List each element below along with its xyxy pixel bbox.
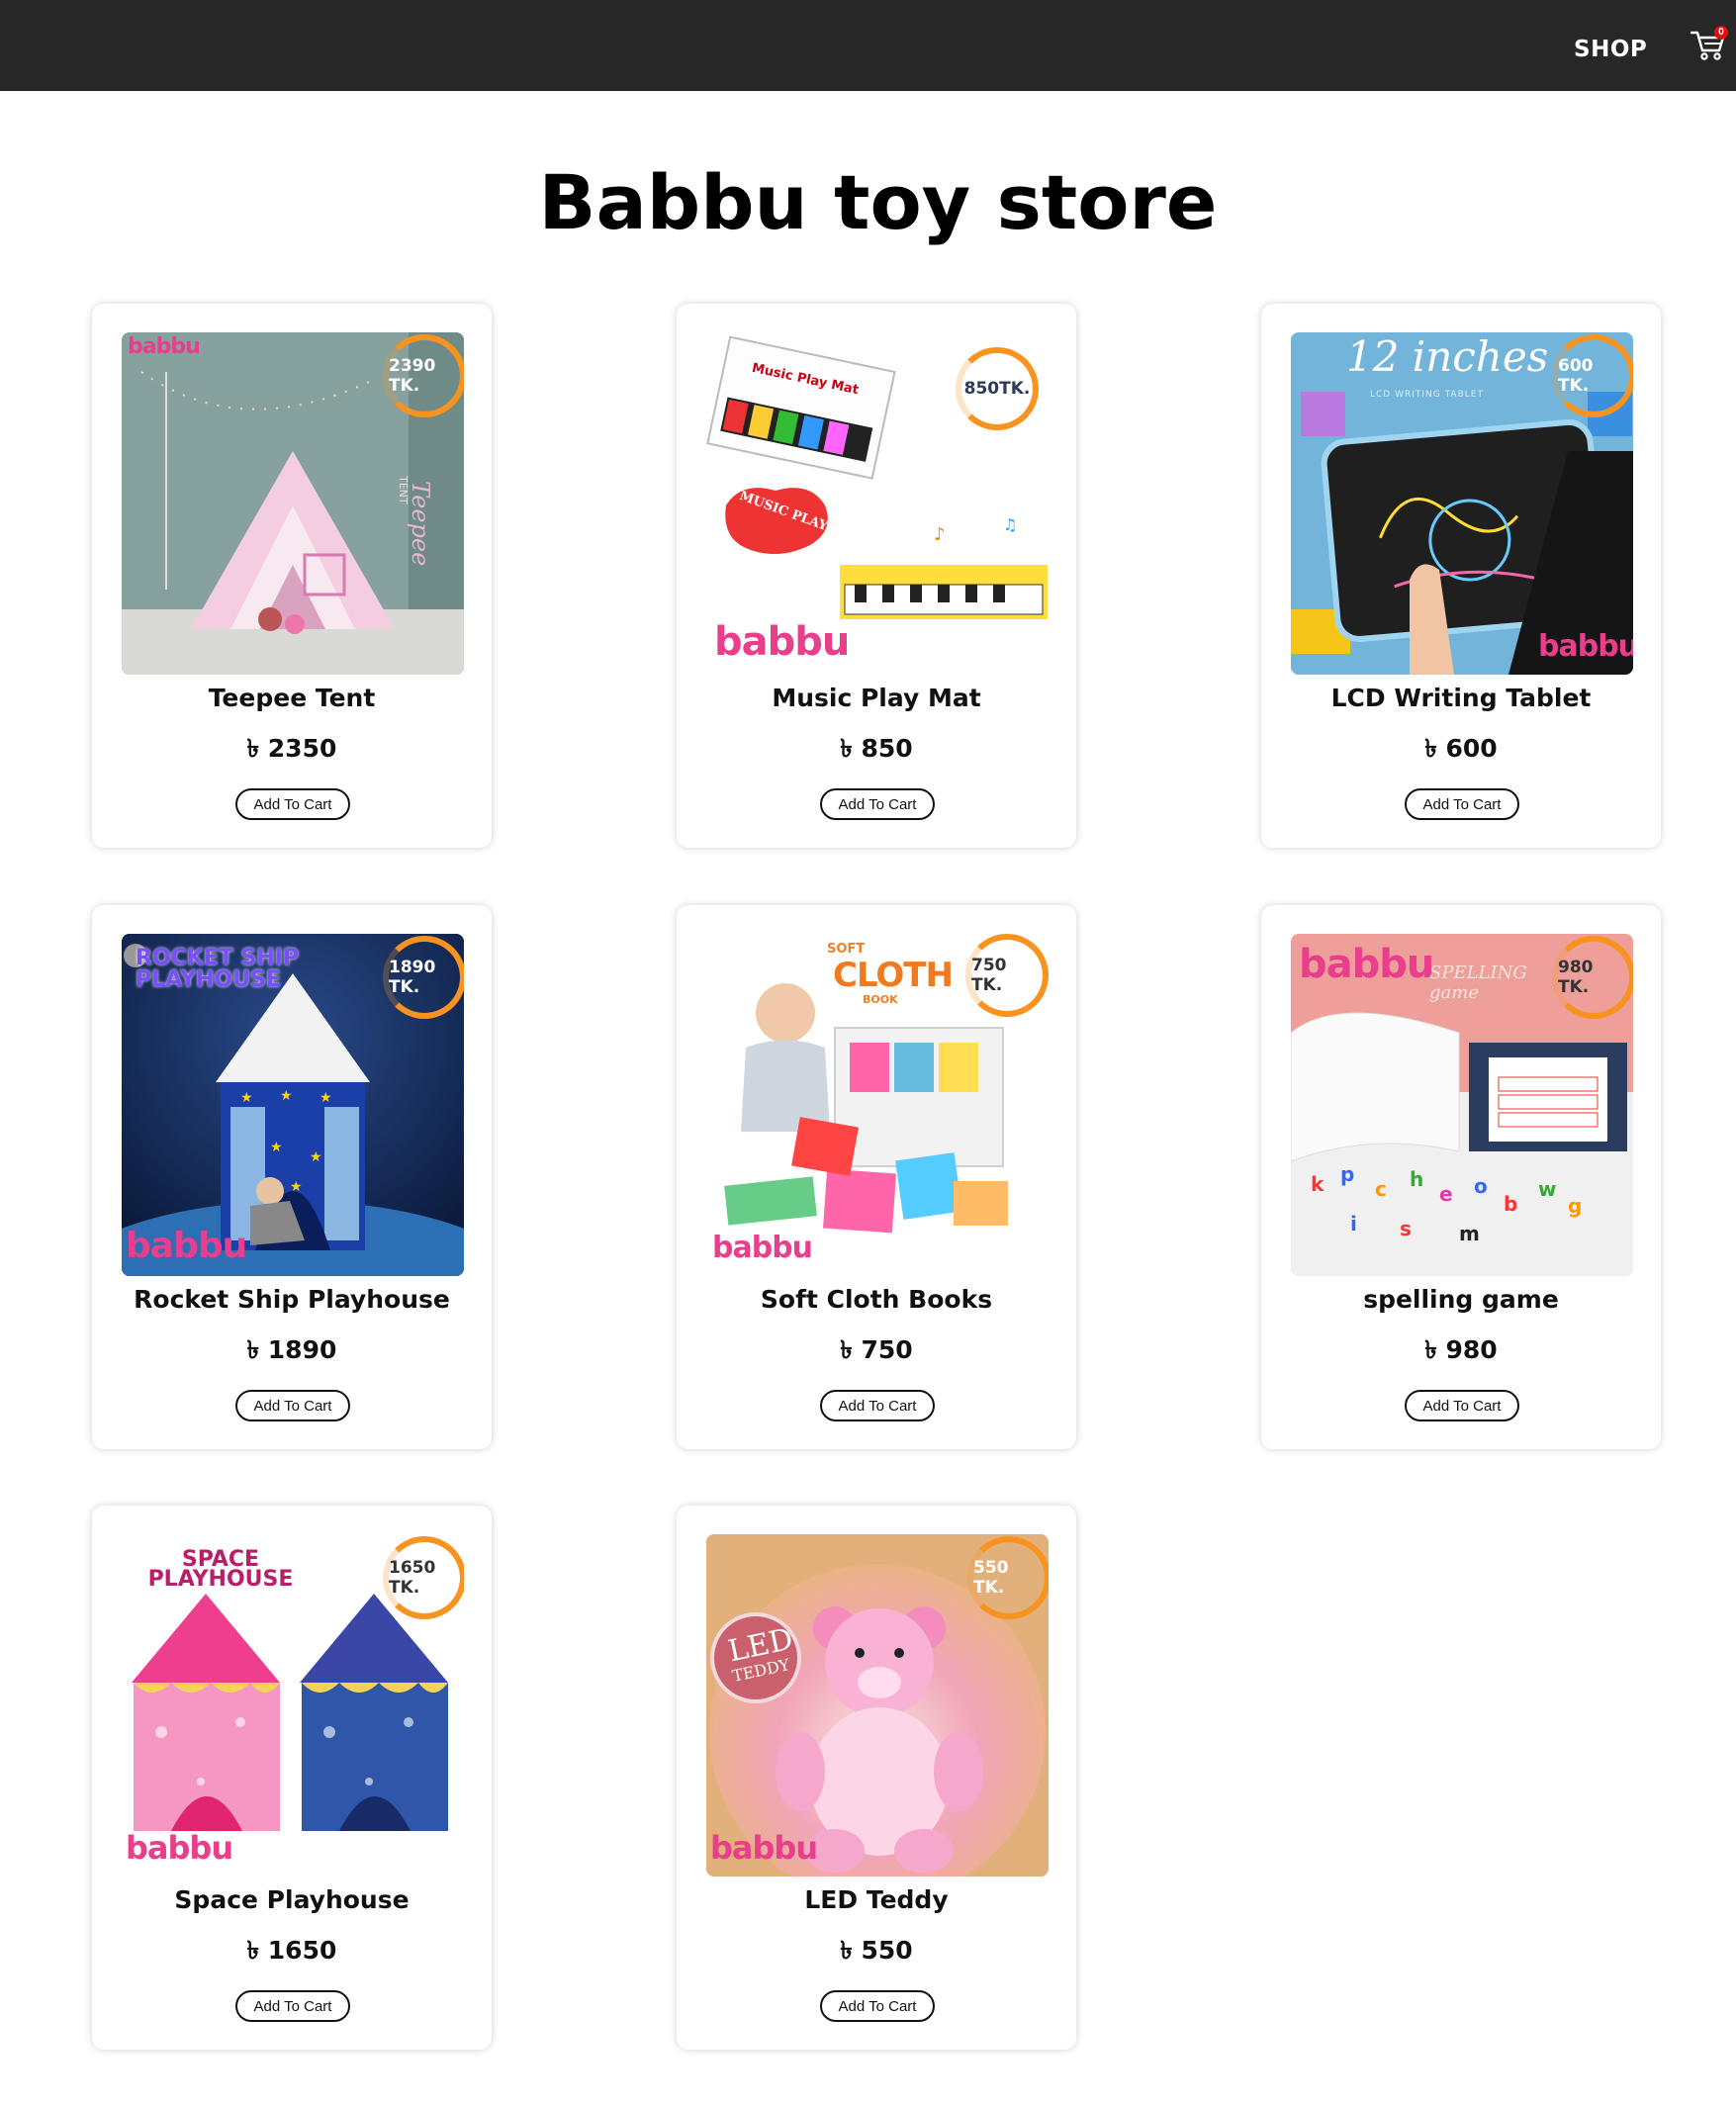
image-subcaption: LCD WRITING TABLET xyxy=(1370,390,1484,400)
product-name: Music Play Mat xyxy=(772,684,981,712)
add-to-cart-button[interactable]: Add To Cart xyxy=(1405,1390,1519,1421)
brand-logo: babbu xyxy=(126,1226,247,1266)
page-title: Babbu toy store xyxy=(538,158,1218,246)
product-image-teepee-tent[interactable]: babbu Teepee TENT 2390 TK. xyxy=(122,332,464,675)
add-to-cart-button[interactable]: Add To Cart xyxy=(1405,788,1519,820)
product-name: LED Teddy xyxy=(804,1885,949,1914)
svg-text:k: k xyxy=(1311,1172,1325,1196)
brand-logo: babbu xyxy=(714,619,850,665)
price-badge: 1650 TK. xyxy=(383,1536,464,1619)
product-card: ♪ ♫ Music Play Mat MUSIC PLAY MAT babbu … xyxy=(677,304,1076,848)
add-to-cart-button[interactable]: Add To Cart xyxy=(820,1390,935,1421)
svg-text:h: h xyxy=(1410,1167,1423,1191)
add-to-cart-button[interactable]: Add To Cart xyxy=(235,1990,350,2022)
brand-logo: babbu xyxy=(710,1829,818,1867)
cart-count-badge: 0 xyxy=(1714,26,1728,40)
svg-text:★: ★ xyxy=(270,1140,283,1155)
svg-text:s: s xyxy=(1400,1217,1412,1240)
product-price: ৳ 2350 xyxy=(246,734,337,763)
svg-text:o: o xyxy=(1474,1174,1488,1198)
image-caption: ROCKET SHIP PLAYHOUSE xyxy=(136,946,300,992)
price-badge: 750 TK. xyxy=(965,934,1049,1017)
image-caption: 12 inches xyxy=(1346,332,1549,381)
product-name: Space Playhouse xyxy=(174,1885,410,1914)
product-card: ★ ★ ★ ★ ★ ★ ROCKET SHIP PLAYHOUSE babbu 189… xyxy=(92,905,492,1449)
price-badge: 2390 TK. xyxy=(383,334,464,417)
product-name: spelling game xyxy=(1363,1285,1559,1314)
svg-text:★: ★ xyxy=(280,1088,293,1104)
add-to-cart-button[interactable]: Add To Cart xyxy=(820,788,935,820)
price-badge-text: 1650 TK. xyxy=(389,1558,436,1598)
product-image-led-teddy[interactable]: LED TEDDY babbu 550 TK. xyxy=(706,1534,1049,1877)
image-subcaption-2: BOOK xyxy=(863,993,898,1006)
price-badge: 980 TK. xyxy=(1552,936,1633,1019)
price-badge-text: 2390 TK. xyxy=(389,356,436,396)
product-card: 12 inches LCD WRITING TABLET babbu 600 T… xyxy=(1261,304,1661,848)
product-price: ৳ 850 xyxy=(840,734,913,763)
product-name: Rocket Ship Playhouse xyxy=(134,1285,450,1314)
svg-text:p: p xyxy=(1340,1162,1354,1186)
brand-logo: babbu xyxy=(126,1829,233,1867)
image-caption: SPACE PLAYHOUSE xyxy=(147,1547,294,1592)
image-caption: Teepee xyxy=(407,481,434,567)
product-image-music-play-mat[interactable]: ♪ ♫ Music Play Mat MUSIC PLAY MAT babbu … xyxy=(706,332,1049,675)
image-caption: SPELLING game xyxy=(1429,962,1527,1003)
svg-text:★: ★ xyxy=(240,1090,253,1106)
price-badge: 550 TK. xyxy=(967,1536,1049,1619)
price-badge-text: 550 TK. xyxy=(973,1558,1009,1598)
product-card: LED TEDDY babbu 550 TK. LED Teddy ৳ 550 … xyxy=(677,1506,1076,2050)
product-card: babbu Teepee TENT 2390 TK. Teepee Tent ৳… xyxy=(92,304,492,848)
product-name: LCD Writing Tablet xyxy=(1330,684,1592,712)
brand-logo: babbu xyxy=(128,334,201,359)
product-price: ৳ 980 xyxy=(1424,1335,1498,1364)
svg-text:b: b xyxy=(1504,1192,1517,1216)
brand-logo: babbu xyxy=(1538,629,1633,664)
product-card: SOFT CLOTH BOOK babbu 750 TK. Soft Cloth… xyxy=(677,905,1076,1449)
add-to-cart-button[interactable]: Add To Cart xyxy=(235,1390,350,1421)
product-card: SPACE PLAYHOUSE babbu 1650 TK. Space Pla… xyxy=(92,1506,492,2050)
svg-text:★: ★ xyxy=(290,1179,303,1195)
image-subcaption: TENT xyxy=(397,476,410,504)
svg-text:c: c xyxy=(1375,1177,1387,1201)
add-to-cart-button[interactable]: Add To Cart xyxy=(235,788,350,820)
nav-shop-link[interactable]: SHOP xyxy=(1574,37,1647,62)
product-image-lcd-writing-tablet[interactable]: 12 inches LCD WRITING TABLET babbu 600 T… xyxy=(1291,332,1633,675)
svg-text:w: w xyxy=(1538,1177,1556,1201)
product-card: kp ch eo bw g i s m babbu SPELLING game 98… xyxy=(1261,905,1661,1449)
svg-text:m: m xyxy=(1459,1222,1480,1245)
price-badge-text: 750 TK. xyxy=(971,956,1007,995)
price-badge-text: 600 TK. xyxy=(1558,356,1594,396)
price-badge: 850TK. xyxy=(956,347,1039,430)
price-badge: 600 TK. xyxy=(1552,334,1633,417)
price-badge-text: 1890 TK. xyxy=(389,958,436,997)
top-navbar: SHOP 0 xyxy=(0,0,1736,91)
product-price: ৳ 1890 xyxy=(246,1335,337,1364)
svg-text:★: ★ xyxy=(320,1090,332,1106)
svg-text:e: e xyxy=(1439,1182,1453,1206)
svg-text:♪: ♪ xyxy=(934,524,946,545)
svg-text:i: i xyxy=(1350,1212,1357,1236)
add-to-cart-button[interactable]: Add To Cart xyxy=(820,1990,935,2022)
svg-text:♫: ♫ xyxy=(1003,515,1017,534)
image-subcaption: SOFT xyxy=(827,942,866,957)
svg-text:★: ★ xyxy=(310,1149,322,1165)
product-name: Teepee Tent xyxy=(208,684,376,712)
product-image-spelling-game[interactable]: kp ch eo bw g i s m babbu SPELLING game 98… xyxy=(1291,934,1633,1276)
price-badge: 1890 TK. xyxy=(383,936,464,1019)
product-image-rocket-ship-playhouse[interactable]: ★ ★ ★ ★ ★ ★ ROCKET SHIP PLAYHOUSE babbu 189… xyxy=(122,934,464,1276)
svg-text:g: g xyxy=(1568,1194,1582,1218)
product-image-soft-cloth-books[interactable]: SOFT CLOTH BOOK babbu 750 TK. xyxy=(706,934,1049,1276)
brand-logo: babbu xyxy=(712,1231,813,1265)
price-badge-text: 980 TK. xyxy=(1558,958,1594,997)
product-image-space-playhouse[interactable]: SPACE PLAYHOUSE babbu 1650 TK. xyxy=(122,1534,464,1877)
product-price: ৳ 550 xyxy=(840,1936,913,1965)
product-price: ৳ 750 xyxy=(840,1335,913,1364)
image-caption: CLOTH xyxy=(833,956,954,995)
brand-logo: babbu xyxy=(1299,942,1434,987)
product-price: ৳ 600 xyxy=(1424,734,1498,763)
price-badge-text: 850TK. xyxy=(963,379,1031,399)
product-name: Soft Cloth Books xyxy=(760,1285,993,1314)
product-price: ৳ 1650 xyxy=(246,1936,337,1965)
